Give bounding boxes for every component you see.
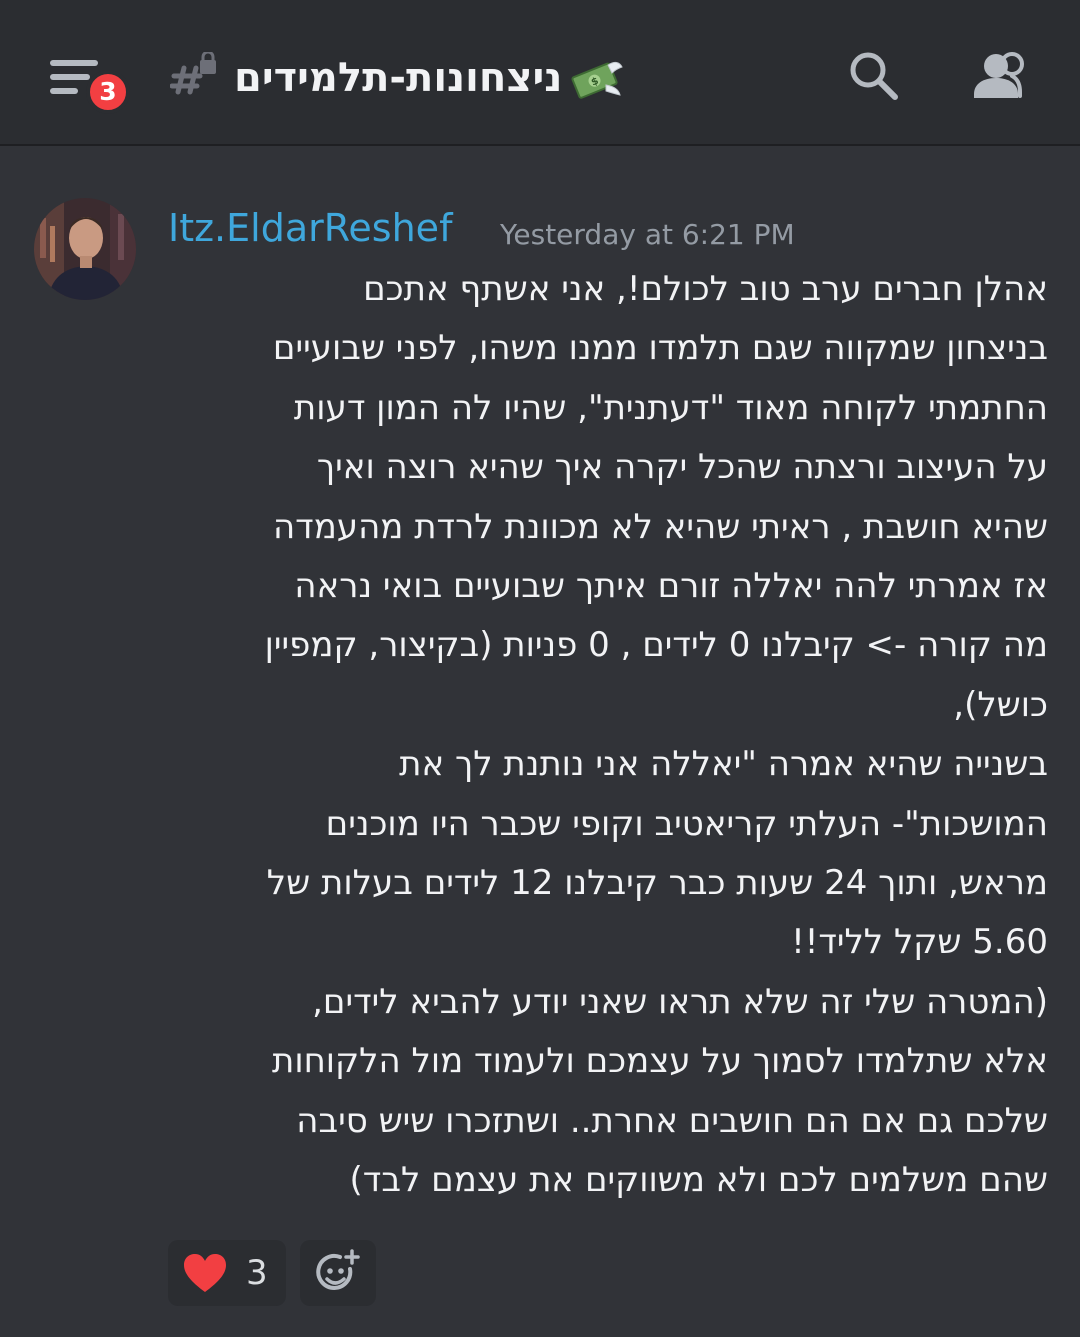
channel-header: 3 $ ניצחונות-תלמידים bbox=[0, 0, 1080, 146]
message-line: בשנייה שהיא אמרה "יאללה אני נותנת לך את bbox=[399, 744, 1048, 785]
channel-title: $ ניצחונות-תלמידים bbox=[234, 48, 624, 108]
message-line: שהיא חושבת , ראיתי שהיא לא מכוונת לרדת מ… bbox=[272, 506, 1048, 547]
message-line: אלא שתלמדו לסמוך על עצמכם ולעמוד מול הלק… bbox=[271, 1041, 1048, 1082]
unread-badge: 3 bbox=[86, 70, 130, 114]
message-line: כושל), bbox=[953, 684, 1048, 725]
message-line: המושכות"- העלתי קריאטיב וקופי שכבר היו מ… bbox=[325, 803, 1048, 844]
money-with-wings-icon: $ bbox=[571, 61, 624, 99]
heart-reaction[interactable]: 3 bbox=[168, 1240, 286, 1306]
message-line: שהם משלמים לכם ולא משווקים את עצמם לבד) bbox=[349, 1160, 1048, 1201]
reactions-bar: 3 bbox=[168, 1240, 376, 1306]
message-line: בניצחון שמקווה שגם תלמדו ממנו משהו, לפני… bbox=[272, 328, 1048, 369]
timestamp: Yesterday at 6:21 PM bbox=[500, 218, 795, 251]
message-line: אז אמרתי להה יאללה זורם איתך שבועיים בוא… bbox=[294, 566, 1048, 607]
avatar[interactable] bbox=[34, 198, 136, 300]
heart-reaction-count: 3 bbox=[246, 1253, 268, 1293]
message-line: אהלן חברים ערב טוב לכולם!, אני אשתף אתכם bbox=[363, 269, 1048, 309]
user-avatar-photo bbox=[34, 198, 136, 300]
members-icon[interactable] bbox=[970, 50, 1034, 102]
message-line: 5.60 שקל לליד!! bbox=[791, 922, 1048, 963]
message-line: על העיצוב ורצתה שהכל יקרה איך שהיא רוצה … bbox=[316, 447, 1048, 488]
add-reaction-button[interactable] bbox=[300, 1240, 376, 1306]
username[interactable]: Itz.EldarReshef bbox=[168, 206, 452, 250]
message-line: שלכם גם אם הם חושבים אחרת.. ושתזכרו שיש … bbox=[296, 1100, 1048, 1141]
locked-channel-hash-icon bbox=[170, 52, 216, 95]
menu-button[interactable]: 3 bbox=[46, 50, 136, 120]
add-reaction-icon bbox=[316, 1249, 360, 1290]
channel-name: ניצחונות-תלמידים bbox=[234, 55, 563, 101]
message-line: מראש, ותוך 24 שעות כבר קיבלנו 12 לידים ב… bbox=[266, 863, 1048, 904]
message-content: אהלן חברים ערב טוב לכולם!, אני אשתף אתכם… bbox=[168, 260, 1048, 1211]
red-heart-icon bbox=[184, 1254, 226, 1292]
message-line: מה קורה -> קיבלנו 0 לידים , 0 פניות (בקי… bbox=[264, 625, 1048, 666]
message-line: (המטרה שלי זה שלא תראו שאני יודע להביא ל… bbox=[312, 981, 1048, 1022]
message-line: החתמתי לקוחה מאוד "דעתנית", שהיו לה המון… bbox=[293, 387, 1048, 428]
search-icon[interactable] bbox=[846, 48, 902, 104]
